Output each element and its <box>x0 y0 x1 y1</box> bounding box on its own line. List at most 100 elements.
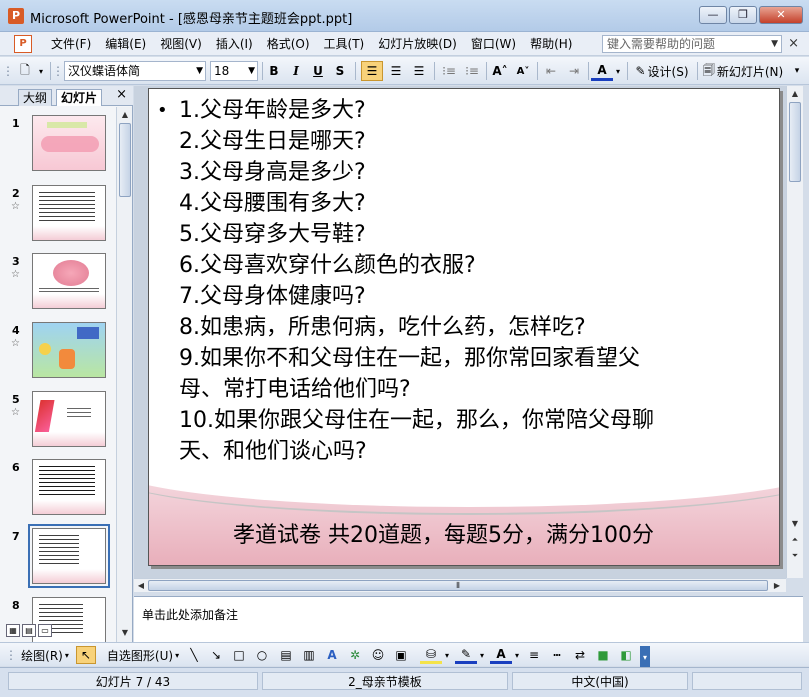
bullet-list-icon[interactable]: ⁝≡ <box>461 61 483 81</box>
notes-pane[interactable]: 单击此处添加备注 <box>134 596 803 642</box>
align-left-button[interactable]: ☰ <box>361 61 383 81</box>
slide-horizontal-scrollbar[interactable]: ◀ ⦀ ▶ <box>134 578 786 592</box>
line-tool-icon[interactable]: ╲ <box>184 646 204 664</box>
shadow-style-icon[interactable]: ■ <box>593 646 613 664</box>
slide-content-textbox[interactable]: • 1.父母年龄是多大? 2.父母生日是哪天? 3.父母身高是多少? 4.父母腰… <box>157 95 757 467</box>
decrease-indent-icon[interactable]: ⇤ <box>540 61 562 81</box>
slide-thumbnail-3[interactable]: 3 ☆ <box>0 253 116 321</box>
chevron-down-icon[interactable]: ▾ <box>613 61 623 81</box>
select-pointer-icon[interactable]: ↖ <box>76 646 96 664</box>
close-button[interactable]: ✕ <box>759 6 803 24</box>
scrollbar-thumb[interactable]: ⦀ <box>148 580 768 591</box>
previous-slide-icon[interactable]: ⏶ <box>787 532 803 548</box>
underline-button[interactable]: U <box>308 61 328 81</box>
font-size-select[interactable]: 18 ▼ <box>210 61 258 81</box>
menu-help[interactable]: 帮助(H) <box>523 36 579 52</box>
restore-button[interactable]: ❐ <box>729 6 757 24</box>
toolbar-options-icon[interactable]: ▾ <box>640 646 650 668</box>
question-2: 2.父母生日是哪天? <box>179 129 366 154</box>
menu-format[interactable]: 格式(O) <box>260 36 317 52</box>
scroll-up-icon[interactable]: ▲ <box>787 86 803 102</box>
rectangle-tool-icon[interactable]: □ <box>229 646 249 664</box>
new-slide-button[interactable]: 🗐 新幻灯片(N) <box>699 61 787 81</box>
decrease-font-icon[interactable]: A˅ <box>512 61 534 81</box>
slide-vertical-scrollbar[interactable]: ▲ ▼ ⏶ ⏷ <box>786 86 803 578</box>
menu-edit[interactable]: 编辑(E) <box>98 36 153 52</box>
next-slide-icon[interactable]: ⏷ <box>787 548 803 564</box>
slide-thumbnail-7[interactable]: 7 <box>0 524 116 596</box>
slide-thumbnail-5[interactable]: 5 ☆ <box>0 391 116 459</box>
shadow-button[interactable]: S <box>330 61 350 81</box>
dash-style-icon[interactable]: ┅ <box>547 646 567 664</box>
toolbar-options-icon[interactable]: ▾ <box>790 61 804 81</box>
new-document-icon[interactable]: 🗋 <box>14 61 36 81</box>
menu-insert[interactable]: 插入(I) <box>209 36 260 52</box>
scroll-down-icon[interactable]: ▼ <box>117 625 133 641</box>
slides-panel-scrollbar[interactable]: ▲ ▼ <box>116 107 132 642</box>
font-color-icon[interactable]: A <box>490 646 512 664</box>
chevron-down-icon[interactable]: ▾ <box>442 646 452 664</box>
powerpoint-app-icon[interactable]: P <box>8 8 24 24</box>
chevron-down-icon[interactable]: ▼ <box>196 62 203 80</box>
fill-color-icon[interactable]: ⛁ <box>420 646 442 664</box>
menu-view[interactable]: 视图(V) <box>153 36 209 52</box>
3d-style-icon[interactable]: ◧ <box>616 646 636 664</box>
clipart-icon[interactable]: ☺ <box>368 646 388 664</box>
tab-slides[interactable]: 幻灯片 <box>56 89 103 106</box>
italic-button[interactable]: I <box>286 61 306 81</box>
numbered-list-icon[interactable]: ⁝≡ <box>438 61 460 81</box>
increase-font-icon[interactable]: A˄ <box>489 61 511 81</box>
help-search-input[interactable]: 键入需要帮助的问题 ▼ <box>602 35 782 53</box>
align-right-button[interactable]: ☰ <box>408 61 430 81</box>
tab-outline[interactable]: 大纲 <box>18 89 53 106</box>
diagram-icon[interactable]: ✲ <box>345 646 365 664</box>
close-icon[interactable]: × <box>116 87 127 102</box>
arrow-tool-icon[interactable]: ↘ <box>206 646 226 664</box>
arrow-style-icon[interactable]: ⇄ <box>570 646 590 664</box>
slide-thumbnail-2[interactable]: 2 ☆ <box>0 185 116 253</box>
design-button[interactable]: ✎ 设计(S) <box>630 61 694 81</box>
chevron-down-icon[interactable]: ▼ <box>771 36 778 52</box>
vertical-textbox-icon[interactable]: ▥ <box>299 646 319 664</box>
slide-thumbnail-1[interactable]: 1 <box>0 115 116 183</box>
scrollbar-thumb[interactable] <box>789 102 801 182</box>
drawing-toolbar: ⋮ 绘图(R) ▾ ↖ 自选图形(U) ▾ ╲ ↘ □ ○ ▤ ▥ A ✲ ☺ … <box>0 642 809 668</box>
line-style-icon[interactable]: ≡ <box>524 646 544 664</box>
document-close-icon[interactable]: × <box>788 36 799 51</box>
current-slide[interactable]: • 1.父母年龄是多大? 2.父母生日是哪天? 3.父母身高是多少? 4.父母腰… <box>148 88 780 566</box>
normal-view-icon[interactable]: ▦ <box>6 624 20 637</box>
scrollbar-thumb[interactable] <box>119 123 131 197</box>
chevron-down-icon[interactable]: ▼ <box>248 62 255 80</box>
draw-menu-button[interactable]: 绘图(R) ▾ <box>18 646 72 664</box>
align-center-button[interactable]: ☰ <box>385 61 407 81</box>
menu-tools[interactable]: 工具(T) <box>317 36 372 52</box>
slide-thumbnail-4[interactable]: 4 ☆ <box>0 322 116 390</box>
slideshow-view-icon[interactable]: ▭ <box>38 624 52 637</box>
line-color-icon[interactable]: ✎ <box>455 646 477 664</box>
slide-thumbnail-6[interactable]: 6 <box>0 459 116 527</box>
menu-file[interactable]: 文件(F) <box>44 36 98 52</box>
toolbar-options-icon[interactable]: ▾ <box>36 61 46 81</box>
chevron-down-icon[interactable]: ▾ <box>512 646 522 664</box>
menu-slideshow[interactable]: 幻灯片放映(D) <box>371 36 464 52</box>
menu-window[interactable]: 窗口(W) <box>464 36 523 52</box>
wordart-icon[interactable]: A <box>322 646 342 664</box>
increase-indent-icon[interactable]: ⇥ <box>563 61 585 81</box>
minimize-button[interactable]: — <box>699 6 727 24</box>
autoshapes-menu-button[interactable]: 自选图形(U) ▾ <box>104 646 182 664</box>
slide-sorter-view-icon[interactable]: ▤ <box>22 624 36 637</box>
document-icon[interactable]: P <box>14 35 32 53</box>
bold-button[interactable]: B <box>264 61 284 81</box>
slide-number: 2 <box>12 187 20 200</box>
scroll-right-icon[interactable]: ▶ <box>770 578 784 594</box>
scroll-down-icon[interactable]: ▼ <box>787 516 803 532</box>
slide-footer-text[interactable]: 孝道试卷 共20道题，每题5分，满分100分 <box>233 517 654 549</box>
oval-tool-icon[interactable]: ○ <box>252 646 272 664</box>
picture-icon[interactable]: ▣ <box>391 646 411 664</box>
chevron-down-icon[interactable]: ▾ <box>477 646 487 664</box>
textbox-tool-icon[interactable]: ▤ <box>276 646 296 664</box>
scroll-up-icon[interactable]: ▲ <box>117 107 133 123</box>
font-color-icon[interactable]: A <box>591 61 613 81</box>
scroll-left-icon[interactable]: ◀ <box>134 578 148 594</box>
font-name-select[interactable]: 汉仪蝶语体简 ▼ <box>64 61 206 81</box>
